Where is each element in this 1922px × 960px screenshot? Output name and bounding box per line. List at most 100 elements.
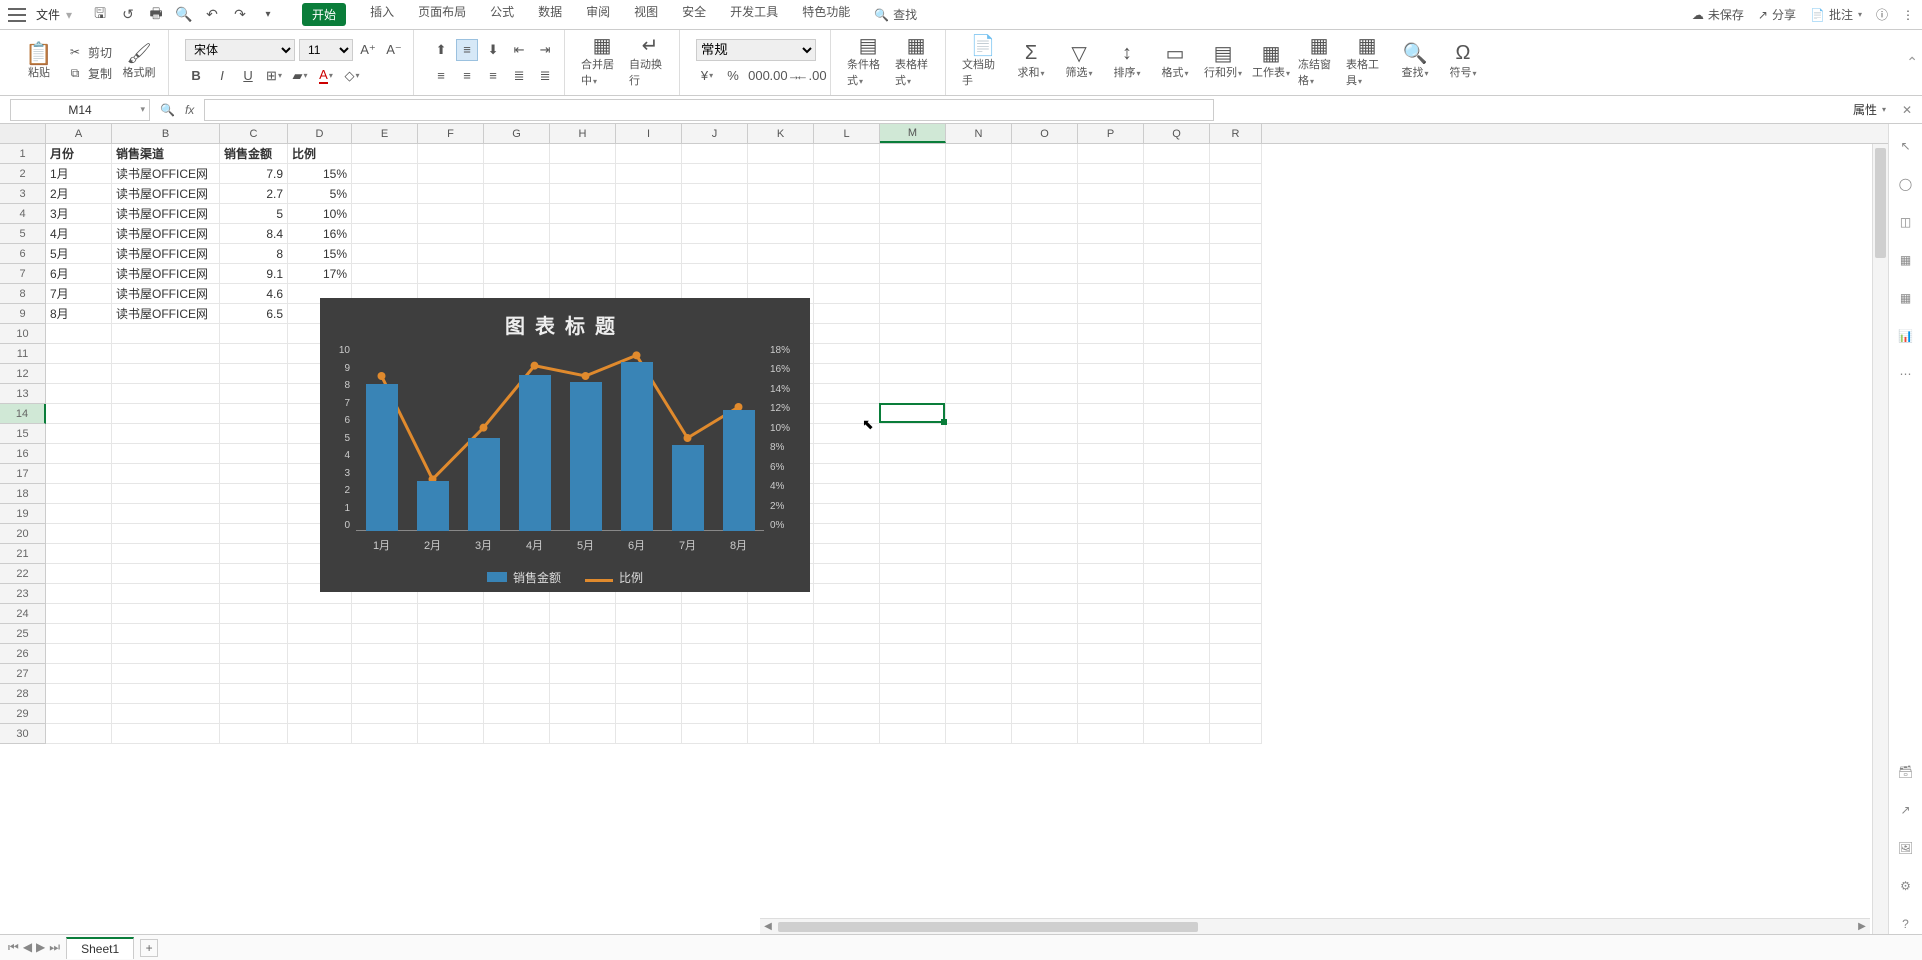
cell[interactable]: 7.9: [220, 164, 288, 184]
cell[interactable]: [946, 664, 1012, 684]
row-header[interactable]: 22: [0, 564, 46, 584]
cell[interactable]: [220, 444, 288, 464]
cell[interactable]: [1012, 624, 1078, 644]
ribbon-tab-7[interactable]: 安全: [682, 3, 706, 26]
row-header[interactable]: 21: [0, 544, 46, 564]
cell[interactable]: [352, 664, 418, 684]
cell[interactable]: [352, 224, 418, 244]
more-icon[interactable]: ▾: [258, 5, 278, 25]
cell[interactable]: [946, 344, 1012, 364]
cell[interactable]: [1012, 224, 1078, 244]
help-icon[interactable]: ?: [1896, 914, 1916, 934]
embedded-chart[interactable]: 图表标题 109876543210 18%16%14%12%10%8%6%4%2…: [320, 298, 810, 592]
ribbon-tab-6[interactable]: 视图: [634, 3, 658, 26]
cell[interactable]: [682, 704, 748, 724]
cell[interactable]: [1144, 604, 1210, 624]
cell[interactable]: [1012, 584, 1078, 604]
cell[interactable]: [748, 224, 814, 244]
worksheet-button[interactable]: ▦工作表▾: [1250, 46, 1292, 80]
row-header[interactable]: 1: [0, 144, 46, 164]
cell[interactable]: [880, 424, 946, 444]
cell[interactable]: [1144, 204, 1210, 224]
merge-center-button[interactable]: ▦合并居中▾: [581, 38, 623, 88]
cell[interactable]: [1210, 244, 1262, 264]
cell[interactable]: [220, 464, 288, 484]
cell[interactable]: [220, 564, 288, 584]
cell[interactable]: [1012, 244, 1078, 264]
next-sheet-icon[interactable]: ▶: [36, 940, 45, 955]
cell[interactable]: [814, 684, 880, 704]
sheet-tab[interactable]: Sheet1: [66, 937, 134, 959]
column-header[interactable]: J: [682, 124, 748, 143]
cell[interactable]: [220, 424, 288, 444]
cell[interactable]: 读书屋OFFICE网: [112, 264, 220, 284]
cell[interactable]: [288, 704, 352, 724]
cell[interactable]: 销售渠道: [112, 144, 220, 164]
cell[interactable]: [1144, 464, 1210, 484]
cell[interactable]: [946, 324, 1012, 344]
cell[interactable]: [946, 504, 1012, 524]
cell[interactable]: [1012, 484, 1078, 504]
find-button[interactable]: 🔍查找▾: [1394, 46, 1436, 80]
cell[interactable]: [880, 404, 946, 424]
indent-decrease-button[interactable]: ⇤: [508, 39, 530, 61]
cell[interactable]: 15%: [288, 244, 352, 264]
column-header[interactable]: I: [616, 124, 682, 143]
cell[interactable]: [352, 204, 418, 224]
underline-button[interactable]: U: [237, 65, 259, 87]
row-header[interactable]: 26: [0, 644, 46, 664]
cell[interactable]: [484, 244, 550, 264]
column-header[interactable]: D: [288, 124, 352, 143]
image-tool-icon[interactable]: 🖼: [1896, 838, 1916, 858]
cell[interactable]: [1078, 344, 1144, 364]
cell[interactable]: [484, 704, 550, 724]
cell[interactable]: [1012, 724, 1078, 744]
cell[interactable]: [682, 604, 748, 624]
increase-font-button[interactable]: A⁺: [357, 39, 379, 61]
cell[interactable]: [946, 244, 1012, 264]
cell[interactable]: [748, 204, 814, 224]
cell[interactable]: [288, 684, 352, 704]
cell[interactable]: [814, 244, 880, 264]
cell[interactable]: [220, 484, 288, 504]
cell[interactable]: [1078, 544, 1144, 564]
cell[interactable]: 6月: [46, 264, 112, 284]
select-tool-icon[interactable]: ↖: [1896, 136, 1916, 156]
table-tools-button[interactable]: ▦表格工具▾: [1346, 38, 1388, 88]
cell[interactable]: 4月: [46, 224, 112, 244]
cell[interactable]: [946, 484, 1012, 504]
first-sheet-icon[interactable]: ⏮: [8, 940, 19, 955]
cell[interactable]: [288, 624, 352, 644]
cell[interactable]: [484, 684, 550, 704]
cell[interactable]: [1012, 704, 1078, 724]
cell[interactable]: [880, 464, 946, 484]
cell[interactable]: [946, 464, 1012, 484]
cell[interactable]: [616, 244, 682, 264]
cell[interactable]: [288, 644, 352, 664]
cell[interactable]: [112, 684, 220, 704]
cell[interactable]: [880, 264, 946, 284]
cell[interactable]: [46, 344, 112, 364]
row-header[interactable]: 29: [0, 704, 46, 724]
clear-format-button[interactable]: ◇▾: [341, 65, 363, 87]
cell[interactable]: [46, 724, 112, 744]
column-header[interactable]: C: [220, 124, 288, 143]
share-button[interactable]: ↗分享: [1758, 6, 1796, 23]
vertical-scrollbar[interactable]: [1872, 144, 1888, 934]
cell[interactable]: [1078, 164, 1144, 184]
cell[interactable]: [484, 724, 550, 744]
format-painter-button[interactable]: 🖌 格式刷: [118, 46, 160, 80]
align-center-button[interactable]: ≡: [456, 65, 478, 87]
name-box[interactable]: M14▾: [10, 99, 150, 121]
row-header[interactable]: 27: [0, 664, 46, 684]
cell[interactable]: [616, 624, 682, 644]
cell[interactable]: [748, 704, 814, 724]
row-header[interactable]: 28: [0, 684, 46, 704]
cell[interactable]: [1144, 344, 1210, 364]
cell[interactable]: [352, 704, 418, 724]
freeze-panes-button[interactable]: ▦冻结窗格▾: [1298, 38, 1340, 88]
filter-button[interactable]: ▽筛选▾: [1058, 46, 1100, 80]
cell[interactable]: [418, 664, 484, 684]
more-icon[interactable]: ⋯: [1896, 364, 1916, 384]
column-header[interactable]: N: [946, 124, 1012, 143]
